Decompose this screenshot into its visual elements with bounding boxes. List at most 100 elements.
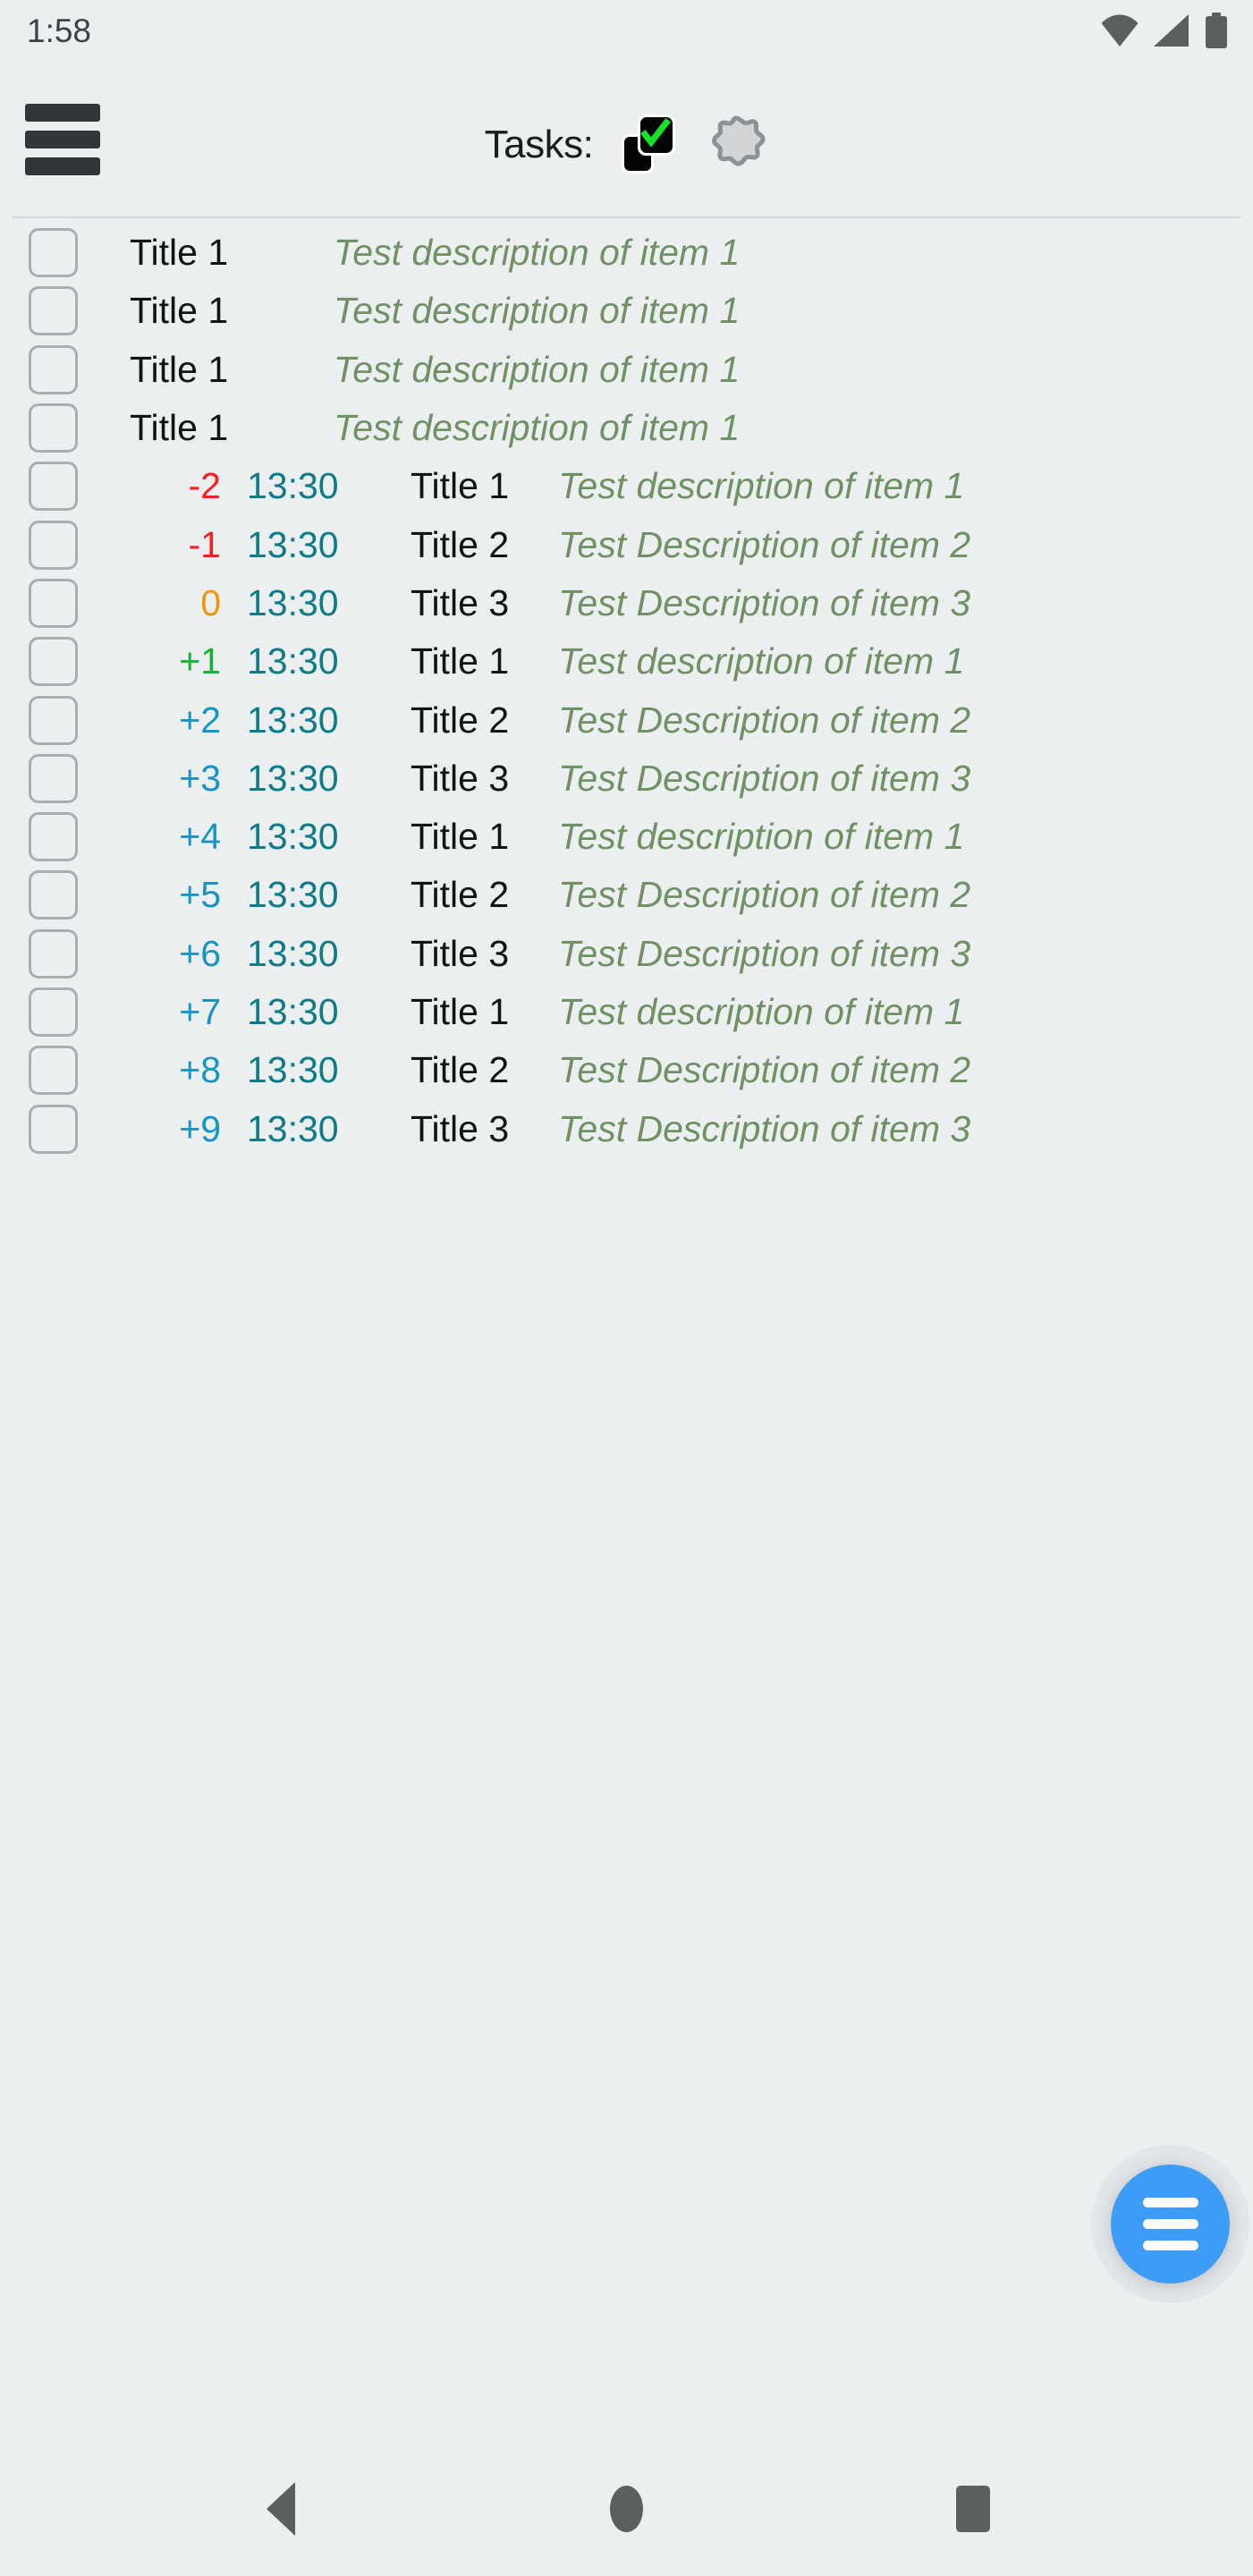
task-checkbox[interactable] [29,870,78,920]
task-checkbox[interactable] [29,403,78,453]
battery-icon [1206,13,1227,48]
task-time: 13:30 [247,874,339,916]
task-checkbox[interactable] [29,987,78,1037]
task-row[interactable]: +2 13:30 Title 2 Test Description of item 2 [0,691,1253,749]
task-description: Test Description of item 3 [558,1107,971,1149]
add-task-fab[interactable] [1111,2165,1230,2284]
task-description: Test Description of item 3 [558,757,971,799]
task-title: Title 3 [411,1107,510,1149]
task-checkbox[interactable] [29,695,78,745]
task-time: 13:30 [247,932,339,974]
task-row[interactable]: -1 13:30 Title 2 Test Description of item 2 [0,515,1253,573]
task-description: Test Description of item 3 [558,581,971,623]
task-row[interactable]: +9 13:30 Title 3 Test Description of item 3 [0,1099,1253,1157]
nav-back-button[interactable] [227,2460,334,2558]
task-row[interactable]: Title 1 Test description of item 1 [0,282,1253,340]
task-description: Test description of item 1 [558,991,965,1032]
task-day-offset: +6 [179,932,221,974]
task-description: Test Description of item 2 [558,874,971,916]
task-checkbox[interactable] [29,228,78,278]
task-row[interactable]: +5 13:30 Title 2 Test Description of item 2 [0,866,1253,924]
nav-home-button[interactable] [573,2460,681,2558]
task-title: Title 1 [130,348,229,390]
task-day-offset: +4 [179,816,221,858]
signal-icon [1154,14,1189,47]
status-bar-icons [1101,13,1228,48]
task-description: Test description of item 1 [334,232,741,274]
task-row[interactable]: 0 13:30 Title 3 Test Description of item 3 [0,574,1253,632]
task-checkbox[interactable] [29,520,78,570]
task-row[interactable]: +4 13:30 Title 1 Test description of item 1 [0,808,1253,866]
task-title: Title 1 [411,816,510,858]
task-day-offset: +5 [179,874,221,916]
task-title: Title 1 [130,407,229,449]
task-description: Test description of item 1 [558,816,965,858]
app-bar-divider [13,216,1240,218]
task-description: Test Description of item 2 [558,699,971,741]
task-title: Title 2 [411,1049,510,1091]
task-time: 13:30 [247,1107,339,1149]
task-title: Title 3 [411,581,510,623]
task-title: Title 2 [411,874,510,916]
task-day-offset: 0 [200,581,221,623]
gear-flower-icon [712,115,766,166]
task-list[interactable]: Title 1 Test description of item 1 Title 1… [0,224,1253,2209]
task-row[interactable]: Title 1 Test description of item 1 [0,224,1253,282]
task-time: 13:30 [247,816,339,858]
task-title: Title 1 [130,290,229,332]
task-time: 13:30 [247,465,339,507]
task-time: 13:30 [247,699,339,741]
task-title: Title 2 [411,699,510,741]
task-checkbox[interactable] [29,1104,78,1154]
task-time: 13:30 [247,523,339,565]
task-title: Title 1 [411,640,510,682]
task-title: Title 3 [411,757,510,799]
task-checkbox[interactable] [29,462,78,512]
task-day-offset: +3 [179,757,221,799]
android-nav-bar [0,2442,1253,2576]
task-checkbox[interactable] [29,753,78,803]
task-row[interactable]: +3 13:30 Title 3 Test Description of item 3 [0,750,1253,808]
task-row[interactable]: +6 13:30 Title 3 Test Description of item 3 [0,925,1253,983]
task-checkbox[interactable] [29,578,78,628]
status-bar: 1:58 [0,0,1253,61]
task-day-offset: +8 [179,1049,221,1091]
fab-bar-1 [1142,2198,1198,2207]
task-row[interactable]: Title 1 Test description of item 1 [0,399,1253,457]
task-row[interactable]: +7 13:30 Title 1 Test description of item 1 [0,983,1253,1041]
task-time: 13:30 [247,1049,339,1091]
toggle-completed-button[interactable] [616,113,681,177]
task-checkbox[interactable] [29,637,78,687]
task-day-offset: +2 [179,699,221,741]
task-row[interactable]: Title 1 Test description of item 1 [0,341,1253,399]
recents-square-icon [955,2486,990,2532]
task-row[interactable]: +1 13:30 Title 1 Test description of item 1 [0,632,1253,691]
task-checkbox[interactable] [29,1046,78,1096]
task-day-offset: -2 [188,465,221,507]
home-circle-icon [610,2486,643,2532]
task-checkbox[interactable] [29,812,78,862]
task-checkbox[interactable] [29,286,78,336]
status-bar-clock: 1:58 [27,12,92,49]
fab-bar-2 [1142,2219,1198,2229]
task-row[interactable]: +8 13:30 Title 2 Test Description of item 2 [0,1041,1253,1099]
back-triangle-icon [266,2482,295,2536]
task-day-offset: +9 [179,1107,221,1149]
task-time: 13:30 [247,991,339,1032]
fab-bar-3 [1142,2241,1198,2250]
nav-recents-button[interactable] [919,2460,1027,2558]
task-time: 13:30 [247,581,339,623]
app-bar-center: Tasks: [0,113,1253,177]
task-checkbox[interactable] [29,344,78,394]
settings-button[interactable] [704,113,768,177]
task-time: 13:30 [247,640,339,682]
app-bar: Tasks: [0,61,1253,218]
task-title: Title 1 [411,465,510,507]
task-description: Test description of item 1 [558,640,965,682]
task-description: Test description of item 1 [558,465,965,507]
checkbox-check-icon [622,114,676,174]
task-checkbox[interactable] [29,928,78,979]
task-title: Title 3 [411,932,510,974]
wifi-icon [1101,14,1139,47]
task-row[interactable]: -2 13:30 Title 1 Test description of item 1 [0,457,1253,515]
